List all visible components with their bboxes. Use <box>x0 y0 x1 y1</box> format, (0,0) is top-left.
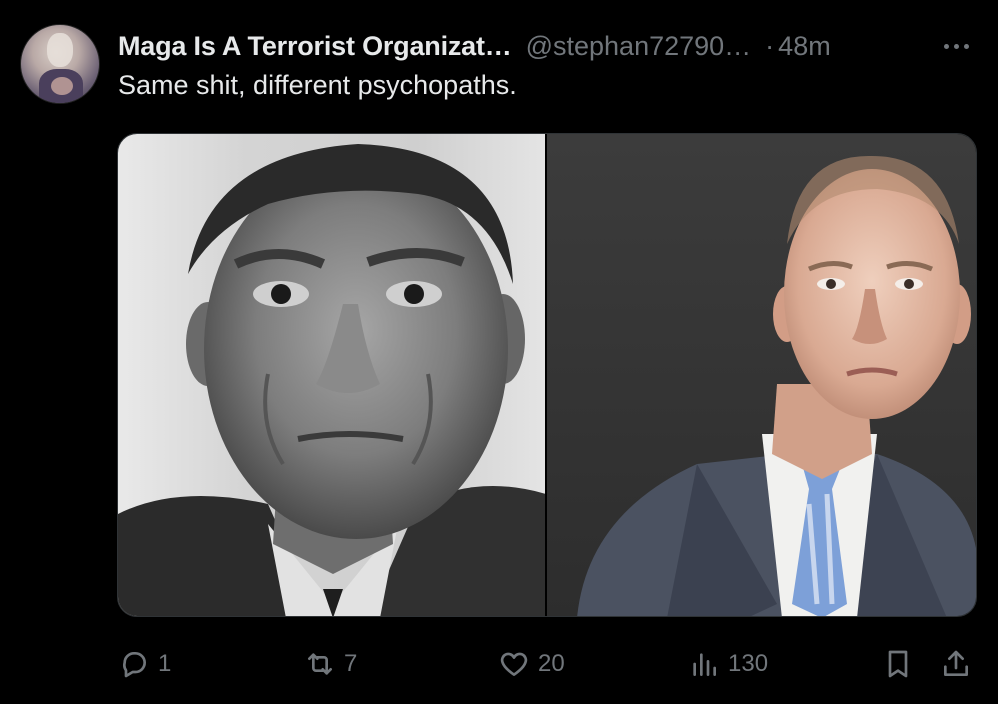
author-name[interactable]: Maga Is A Terrorist Organizat… <box>118 31 512 62</box>
repost-button[interactable]: 7 <box>304 640 357 688</box>
heart-icon <box>500 652 528 676</box>
author-avatar[interactable] <box>20 24 100 104</box>
share-icon <box>944 650 968 676</box>
bookmark-icon <box>888 650 908 678</box>
tweet-actions: 1 7 20 130 <box>118 640 978 688</box>
like-button[interactable]: 20 <box>498 640 565 688</box>
like-count: 20 <box>538 650 565 677</box>
repost-icon <box>308 653 332 675</box>
share-button[interactable] <box>940 640 972 688</box>
views-button[interactable]: 130 <box>688 640 768 688</box>
bookmark-button[interactable] <box>882 640 914 688</box>
header-separator: · <box>765 30 775 61</box>
media-photo-left[interactable] <box>118 134 545 616</box>
tweet-text: Same shit, different psychopaths. <box>118 70 517 100</box>
portrait-left-image <box>118 144 545 616</box>
author-handle[interactable]: @stephan72790… <box>526 31 752 62</box>
tweet-media[interactable] <box>117 133 977 617</box>
views-count: 130 <box>728 650 769 677</box>
reply-count: 1 <box>158 650 172 677</box>
repost-count: 7 <box>344 650 358 677</box>
views-icon <box>693 653 716 676</box>
tweet-header: Maga Is A Terrorist Organizat… @stephan7… <box>118 26 831 66</box>
media-photo-right[interactable] <box>547 134 976 616</box>
more-options-icon[interactable] <box>944 26 969 66</box>
reply-icon <box>123 652 146 678</box>
tweet-timestamp[interactable]: 48m <box>778 31 831 62</box>
portrait-right-image <box>577 155 976 616</box>
reply-button[interactable]: 1 <box>118 640 171 688</box>
